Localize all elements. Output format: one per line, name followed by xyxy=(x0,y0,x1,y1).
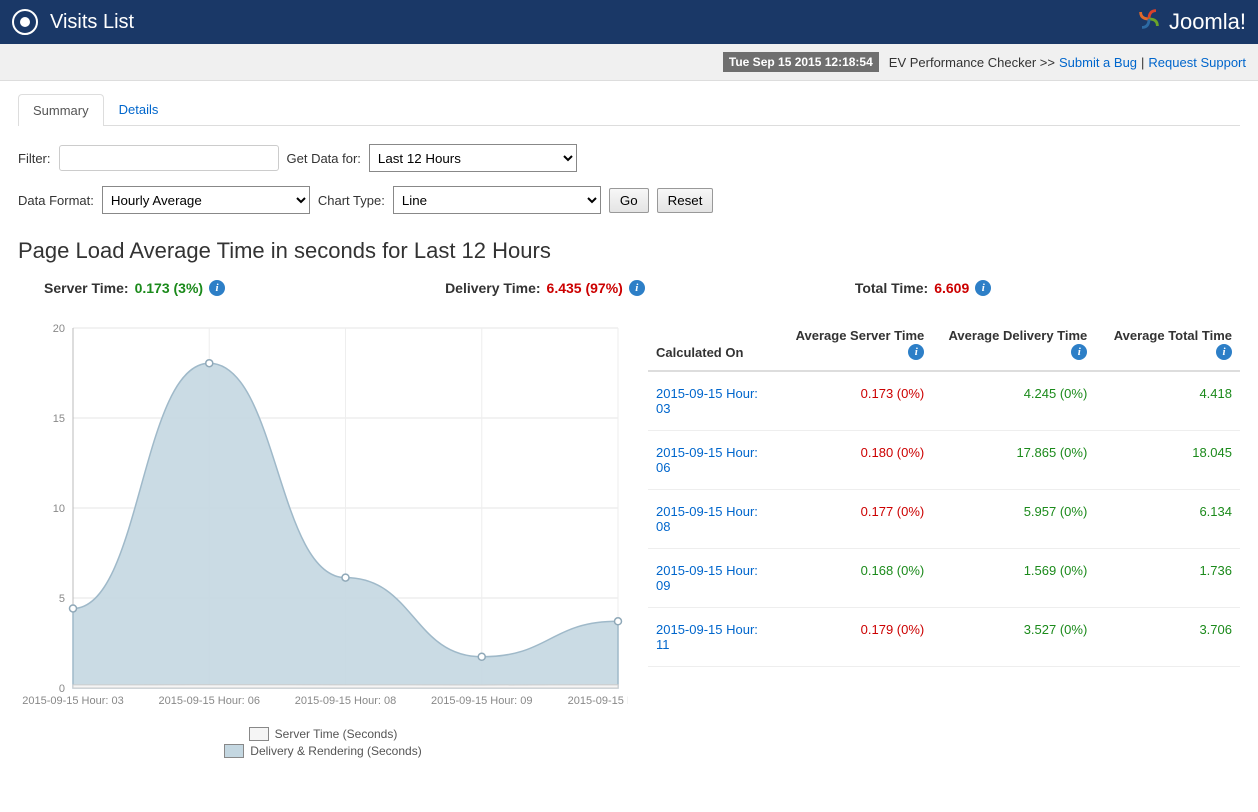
th-avg-total: Average Total Time i xyxy=(1095,318,1240,371)
target-icon xyxy=(12,9,38,35)
cell-delivery: 4.245 (0%) xyxy=(932,371,1095,431)
info-icon[interactable]: i xyxy=(209,280,225,296)
brand-text: Joomla! xyxy=(1169,9,1246,35)
reset-button[interactable]: Reset xyxy=(657,188,714,213)
sub-header: Tue Sep 15 2015 12:18:54 EV Performance … xyxy=(0,44,1258,81)
svg-text:2015-09-15 Hour: 09: 2015-09-15 Hour: 09 xyxy=(431,695,533,707)
legend-swatch-icon xyxy=(224,744,244,758)
tab-details[interactable]: Details xyxy=(104,93,174,125)
cell-delivery: 5.957 (0%) xyxy=(932,490,1095,549)
metric-delivery: Delivery Time: 6.435 (97%) i xyxy=(445,280,645,296)
th-avg-delivery: Average Delivery Time i xyxy=(932,318,1095,371)
go-button[interactable]: Go xyxy=(609,188,649,213)
svg-text:10: 10 xyxy=(53,503,65,515)
chart-container: 0 5 10 15 20 2015-09-15 Hour: 03 2015-09-15 Ho… xyxy=(18,318,628,761)
chart-type-select[interactable]: Line xyxy=(393,186,601,214)
table-row: 2015-09-15 Hour: 080.177 (0%)5.957 (0%)6… xyxy=(648,490,1240,549)
info-icon[interactable]: i xyxy=(629,280,645,296)
data-format-select[interactable]: Hourly Average xyxy=(102,186,310,214)
data-table: Calculated On Average Server Time i Aver… xyxy=(648,318,1240,667)
cell-delivery: 3.527 (0%) xyxy=(932,608,1095,667)
controls-row-1: Filter: Get Data for: Last 12 Hours xyxy=(18,144,1240,172)
filter-input[interactable] xyxy=(59,145,279,171)
tab-bar: Summary Details xyxy=(18,93,1240,126)
data-format-label: Data Format: xyxy=(18,193,94,208)
cell-server: 0.168 (0%) xyxy=(778,549,932,608)
request-support-link[interactable]: Request Support xyxy=(1148,55,1246,70)
cell-calculated-on[interactable]: 2015-09-15 Hour: 08 xyxy=(648,490,778,549)
app-header: Visits List Joomla! xyxy=(0,0,1258,44)
legend-delivery: Delivery & Rendering (Seconds) xyxy=(224,744,421,758)
submit-bug-link[interactable]: Submit a Bug xyxy=(1059,55,1137,70)
legend-swatch-icon xyxy=(249,727,269,741)
chart-type-label: Chart Type: xyxy=(318,193,385,208)
cell-calculated-on[interactable]: 2015-09-15 Hour: 09 xyxy=(648,549,778,608)
main-content: Summary Details Filter: Get Data for: La… xyxy=(0,81,1258,773)
svg-text:20: 20 xyxy=(53,323,65,335)
metric-total: Total Time: 6.609 i xyxy=(855,280,991,296)
info-icon[interactable]: i xyxy=(1216,344,1232,360)
svg-text:2015-09-15 Hour: 11: 2015-09-15 Hour: 11 xyxy=(568,695,628,707)
cell-total: 3.706 xyxy=(1095,608,1240,667)
legend-server: Server Time (Seconds) xyxy=(249,727,398,741)
table-row: 2015-09-15 Hour: 030.173 (0%)4.245 (0%)4… xyxy=(648,371,1240,431)
table-row: 2015-09-15 Hour: 090.168 (0%)1.569 (0%)1… xyxy=(648,549,1240,608)
svg-text:2015-09-15 Hour: 06: 2015-09-15 Hour: 06 xyxy=(158,695,260,707)
chart-heading: Page Load Average Time in seconds for La… xyxy=(18,238,1240,264)
data-table-wrap: Calculated On Average Server Time i Aver… xyxy=(648,318,1240,667)
cell-total: 4.418 xyxy=(1095,371,1240,431)
cell-total: 18.045 xyxy=(1095,431,1240,490)
chart-legend: Server Time (Seconds) Delivery & Renderi… xyxy=(18,727,628,761)
svg-text:5: 5 xyxy=(59,593,65,605)
svg-text:2015-09-15 Hour: 08: 2015-09-15 Hour: 08 xyxy=(295,695,397,707)
get-data-select[interactable]: Last 12 Hours xyxy=(369,144,577,172)
line-chart: 0 5 10 15 20 2015-09-15 Hour: 03 2015-09-15 Ho… xyxy=(18,318,628,718)
th-calculated-on: Calculated On xyxy=(648,318,778,371)
timestamp: Tue Sep 15 2015 12:18:54 xyxy=(723,52,879,72)
info-icon[interactable]: i xyxy=(1071,344,1087,360)
table-row: 2015-09-15 Hour: 110.179 (0%)3.527 (0%)3… xyxy=(648,608,1240,667)
cell-calculated-on[interactable]: 2015-09-15 Hour: 03 xyxy=(648,371,778,431)
cell-total: 6.134 xyxy=(1095,490,1240,549)
info-icon[interactable]: i xyxy=(975,280,991,296)
controls-row-2: Data Format: Hourly Average Chart Type: … xyxy=(18,186,1240,214)
svg-text:0: 0 xyxy=(59,683,65,695)
filter-label: Filter: xyxy=(18,151,51,166)
svg-text:2015-09-15 Hour: 03: 2015-09-15 Hour: 03 xyxy=(22,695,124,707)
cell-server: 0.177 (0%) xyxy=(778,490,932,549)
cell-server: 0.179 (0%) xyxy=(778,608,932,667)
tab-summary[interactable]: Summary xyxy=(18,94,104,126)
cell-delivery: 17.865 (0%) xyxy=(932,431,1095,490)
app-label: EV Performance Checker >> xyxy=(889,55,1055,70)
cell-total: 1.736 xyxy=(1095,549,1240,608)
metric-server: Server Time: 0.173 (3%) i xyxy=(44,280,225,296)
joomla-logo: Joomla! xyxy=(1135,5,1246,39)
cell-server: 0.173 (0%) xyxy=(778,371,932,431)
cell-calculated-on[interactable]: 2015-09-15 Hour: 11 xyxy=(648,608,778,667)
svg-text:15: 15 xyxy=(53,413,65,425)
cell-calculated-on[interactable]: 2015-09-15 Hour: 06 xyxy=(648,431,778,490)
info-icon[interactable]: i xyxy=(908,344,924,360)
get-data-label: Get Data for: xyxy=(287,151,361,166)
cell-server: 0.180 (0%) xyxy=(778,431,932,490)
table-row: 2015-09-15 Hour: 060.180 (0%)17.865 (0%)… xyxy=(648,431,1240,490)
main-row: 051015202015-09-15 Hour: 032015-09-15 Ho… xyxy=(18,318,1240,761)
page-title: Visits List xyxy=(50,11,134,34)
th-avg-server: Average Server Time i xyxy=(778,318,932,371)
joomla-icon xyxy=(1135,5,1163,39)
cell-delivery: 1.569 (0%) xyxy=(932,549,1095,608)
metrics-row: Server Time: 0.173 (3%) i Delivery Time:… xyxy=(44,280,1240,296)
